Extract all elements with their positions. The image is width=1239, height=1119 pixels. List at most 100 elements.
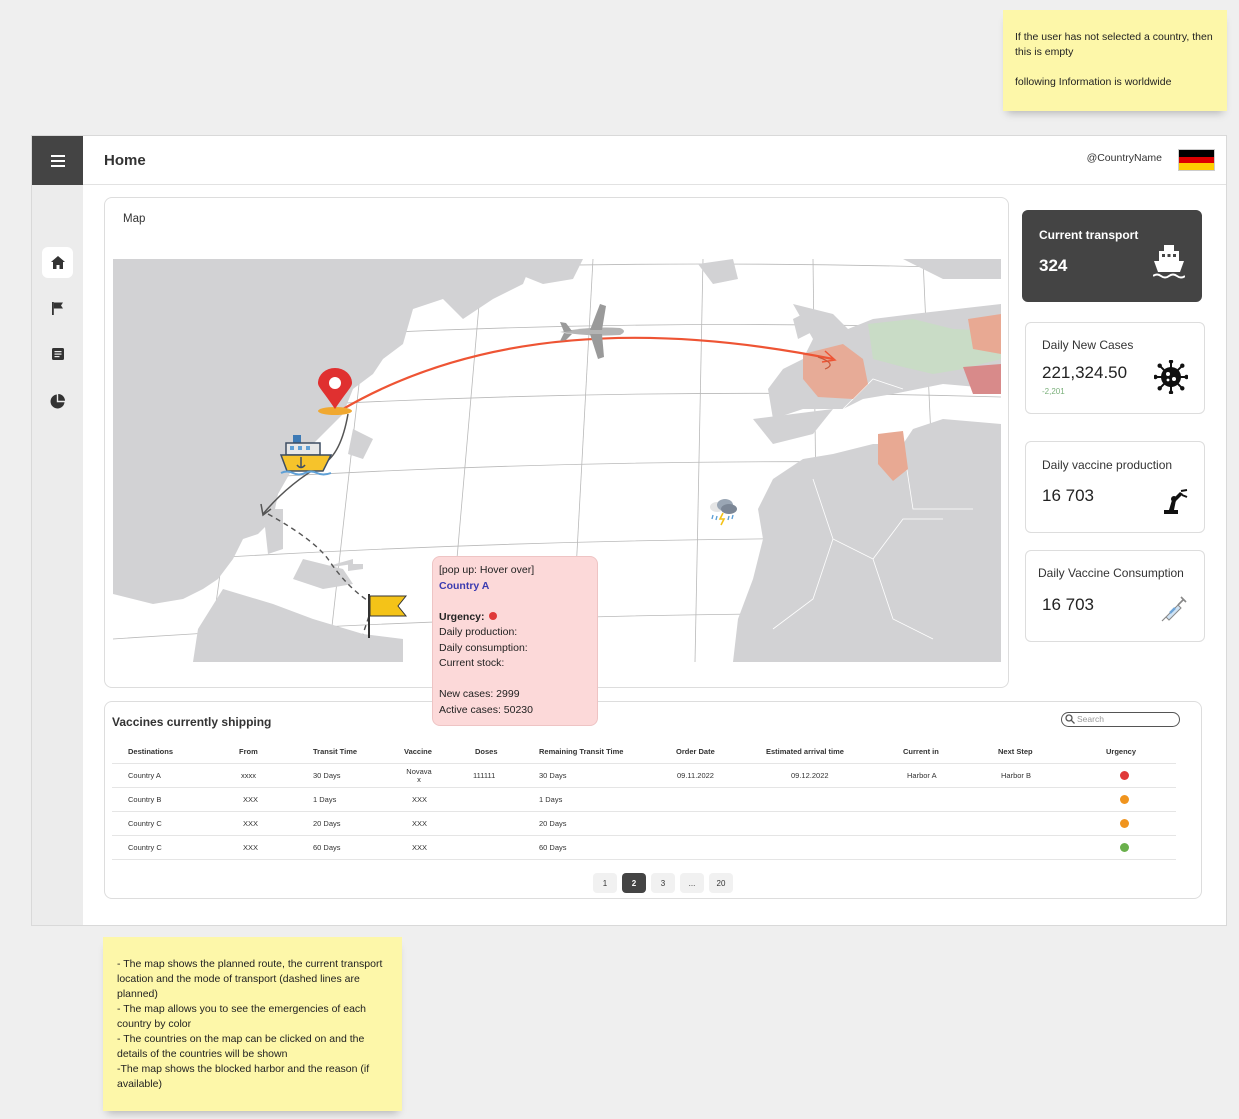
cell-destination: Country B: [128, 795, 162, 804]
table-row[interactable]: Country A xxxx 30 Days Novava x 111111 3…: [112, 764, 1176, 788]
stat-value: 221,324.50: [1042, 363, 1128, 382]
popup-daily-production: Daily production:: [439, 626, 518, 638]
cell-remaining: 1 Days: [539, 795, 563, 804]
robot-arm-icon: [1164, 489, 1188, 514]
cell-next-step: Harbor B: [1001, 771, 1032, 780]
note-top-line: following Information is worldwide: [1015, 76, 1172, 88]
cell-remaining: 60 Days: [539, 843, 567, 852]
stat-label: Daily vaccine production: [1042, 458, 1173, 472]
col-transit-time[interactable]: Transit Time: [313, 740, 357, 763]
urgency-dot: [1120, 819, 1129, 828]
note-bottom: - The map shows the planned route, the c…: [103, 937, 402, 1111]
col-arrival-time[interactable]: Estimated arrival time: [766, 740, 844, 763]
country-flag[interactable]: [1178, 149, 1215, 171]
cell-from: XXX: [243, 843, 259, 852]
col-current-in[interactable]: Current in: [903, 740, 939, 763]
stat-label: Daily New Cases: [1042, 338, 1134, 352]
popup-urgency: Urgency:: [439, 610, 591, 626]
pie-chart-icon: [50, 394, 65, 409]
cell-destination: Country A: [128, 771, 161, 780]
note-bottom-line: - The map shows the planned route, the c…: [117, 958, 383, 1000]
popup-header: [pop up: Hover over]: [439, 564, 535, 576]
cell-transit-time: 60 Days: [313, 843, 341, 852]
cell-vaccine: XXX: [412, 795, 428, 804]
stat-label: Current transport: [1039, 228, 1139, 242]
syringe-icon: [1161, 596, 1187, 622]
stat-label: Daily Vaccine Consumption: [1038, 566, 1184, 580]
cell-transit-time: 30 Days: [313, 771, 341, 780]
popup-urgency-label: Urgency:: [439, 610, 485, 623]
cell-destination: Country C: [128, 819, 162, 828]
popup-country-name[interactable]: Country A: [439, 579, 591, 595]
stat-value: 16 703: [1042, 486, 1094, 505]
cell-arrival: 09.12.2022: [791, 771, 829, 780]
hamburger-icon: [50, 154, 65, 167]
page-title: Home: [104, 152, 146, 169]
page-ellipsis[interactable]: ...: [680, 873, 704, 893]
cell-vaccine: XXX: [412, 819, 428, 828]
virus-icon: [1154, 360, 1188, 394]
col-urgency[interactable]: Urgency: [1106, 740, 1136, 763]
urgency-dot: [1120, 843, 1129, 852]
stat-daily-vaccine-production[interactable]: Daily vaccine production 16 703: [1025, 441, 1205, 533]
search-input[interactable]: Search: [1061, 712, 1180, 727]
cell-vaccine: XXX: [412, 843, 428, 852]
search-placeholder: Search: [1077, 714, 1104, 724]
cell-remaining: 20 Days: [539, 819, 567, 828]
urgency-dot: [1120, 771, 1129, 780]
menu-button[interactable]: [32, 136, 83, 185]
top-bar: Home @CountryName: [83, 136, 1226, 185]
col-order-date[interactable]: Order Date: [676, 740, 715, 763]
country-hover-popup: [pop up: Hover over] Country A Urgency: …: [432, 556, 598, 726]
sidebar-item-home[interactable]: [42, 247, 73, 278]
stat-daily-new-cases[interactable]: Daily New Cases 221,324.50 -2,201: [1025, 322, 1205, 414]
flag-icon: [51, 302, 63, 315]
popup-active-cases: Active cases: 50230: [439, 703, 533, 716]
note-top: If the user has not selected a country, …: [1003, 10, 1227, 111]
table-row[interactable]: Country C XXX 20 Days XXX 20 Days: [112, 812, 1176, 836]
col-vaccine[interactable]: Vaccine: [404, 740, 432, 763]
urgency-cell: [1120, 836, 1129, 859]
table-row[interactable]: Country B XXX 1 Days XXX 1 Days: [112, 788, 1176, 812]
home-icon: [50, 256, 65, 269]
urgency-dot: [1120, 795, 1129, 804]
cell-remaining: 30 Days: [539, 771, 567, 780]
sidebar: [32, 136, 83, 925]
col-destinations[interactable]: Destinations: [128, 740, 173, 763]
urgency-cell: [1120, 764, 1129, 787]
stat-value: 324: [1039, 256, 1068, 275]
popup-daily-consumption: Daily consumption:: [439, 641, 528, 654]
sidebar-item-chart[interactable]: [42, 386, 73, 417]
table-header-row: Destinations From Transit Time Vaccine D…: [112, 740, 1176, 764]
cell-from: XXX: [243, 795, 259, 804]
urgency-dot: [488, 611, 497, 620]
page-button[interactable]: 20: [709, 873, 733, 893]
cell-order-date: 09.11.2022: [677, 771, 714, 780]
col-remaining-transit[interactable]: Remaining Transit Time: [539, 740, 623, 763]
col-doses[interactable]: Doses: [475, 740, 498, 763]
cell-transit-time: 20 Days: [313, 819, 341, 828]
col-next-step[interactable]: Next Step: [998, 740, 1033, 763]
col-from[interactable]: From: [239, 740, 258, 763]
shipping-table-card: Vaccines currently shipping Search Desti…: [104, 701, 1202, 899]
search-icon: [1065, 714, 1075, 724]
sidebar-item-list[interactable]: [42, 338, 73, 369]
storm-weather-icon[interactable]: [710, 499, 737, 526]
page-button-active[interactable]: 2: [622, 873, 646, 893]
popup-current-stock: Current stock:: [439, 657, 505, 669]
cell-from: xxxx: [241, 771, 256, 780]
blocked-harbor-flag-icon[interactable]: [368, 594, 408, 638]
urgency-cell: [1120, 812, 1129, 835]
popup-new-cases: New cases: 2999: [439, 688, 520, 700]
table-row[interactable]: Country C XXX 60 Days XXX 60 Days: [112, 836, 1176, 860]
page-button[interactable]: 1: [593, 873, 617, 893]
stat-current-transport[interactable]: Current transport 324: [1022, 210, 1202, 302]
sidebar-item-flag[interactable]: [42, 293, 73, 324]
page-button[interactable]: 3: [651, 873, 675, 893]
airplane-icon[interactable]: [560, 304, 624, 359]
stat-daily-vaccine-consumption[interactable]: Daily Vaccine Consumption 16 703: [1025, 550, 1205, 642]
note-bottom-line: - The map allows you to see the emergenc…: [117, 1003, 367, 1030]
cell-destination: Country C: [128, 843, 162, 852]
country-name[interactable]: @CountryName: [1087, 152, 1162, 164]
cell-from: XXX: [243, 819, 259, 828]
